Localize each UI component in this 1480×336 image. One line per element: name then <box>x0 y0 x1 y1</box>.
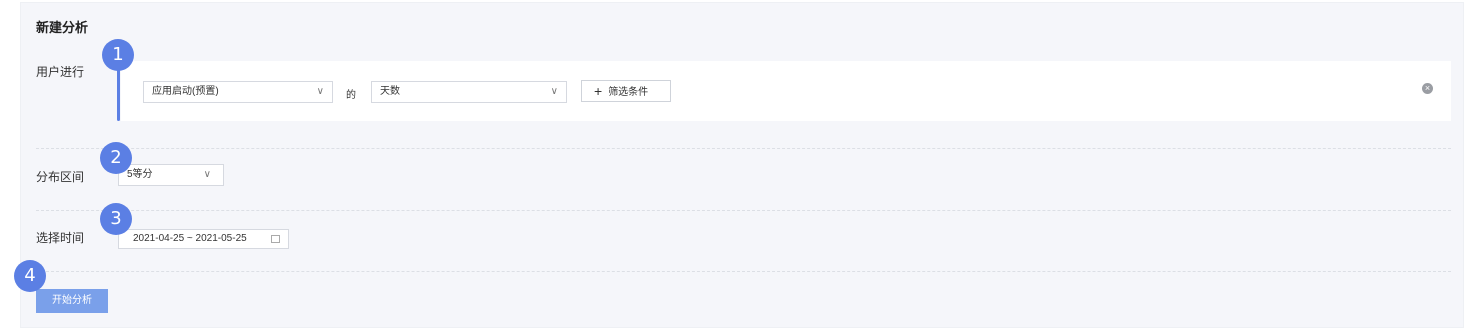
chevron-down-icon: ∨ <box>203 169 211 180</box>
user-action-label: 用户进行 <box>36 65 85 79</box>
new-analysis-panel: 新建分析 用户进行 应用启动(预置) ∨ 的 天数 ∨ + 筛选条件 × 分布区间… <box>20 2 1464 328</box>
event-select-value: 应用启动(预置) <box>152 86 219 97</box>
chevron-down-icon: ∨ <box>550 86 558 97</box>
divider <box>36 148 1451 149</box>
step-badge-4: 4 <box>14 260 46 292</box>
event-select[interactable]: 应用启动(预置) ∨ <box>143 81 333 103</box>
date-range-picker[interactable]: 2021-04-25 ~ 2021-05-25 <box>118 229 289 249</box>
step-badge-3: 3 <box>100 203 132 235</box>
divider <box>36 271 1451 272</box>
distribution-label: 分布区间 <box>36 170 85 184</box>
chevron-down-icon: ∨ <box>316 86 324 97</box>
divider <box>36 210 1451 211</box>
add-filter-button[interactable]: + 筛选条件 <box>581 80 671 102</box>
panel-title: 新建分析 <box>36 20 89 35</box>
distribution-select[interactable]: 5等分 ∨ <box>118 164 224 186</box>
step-indicator-line <box>117 65 120 121</box>
start-analysis-button[interactable]: 开始分析 <box>36 289 108 313</box>
filter-button-label: 筛选条件 <box>608 87 649 98</box>
condition-box: 应用启动(预置) ∨ 的 天数 ∨ + 筛选条件 <box>121 61 1451 121</box>
time-label: 选择时间 <box>36 231 85 245</box>
plus-icon: + <box>594 83 603 99</box>
of-text: 的 <box>346 90 356 101</box>
date-range-value: 2021-04-25 ~ 2021-05-25 <box>133 233 247 244</box>
step-badge-2: 2 <box>100 142 132 174</box>
step-badge-1: 1 <box>102 39 134 71</box>
close-icon[interactable]: × <box>1422 83 1433 94</box>
calendar-icon <box>271 235 280 243</box>
metric-select-value: 天数 <box>380 86 400 97</box>
distribution-select-value: 5等分 <box>127 169 153 180</box>
metric-select[interactable]: 天数 ∨ <box>371 81 567 103</box>
